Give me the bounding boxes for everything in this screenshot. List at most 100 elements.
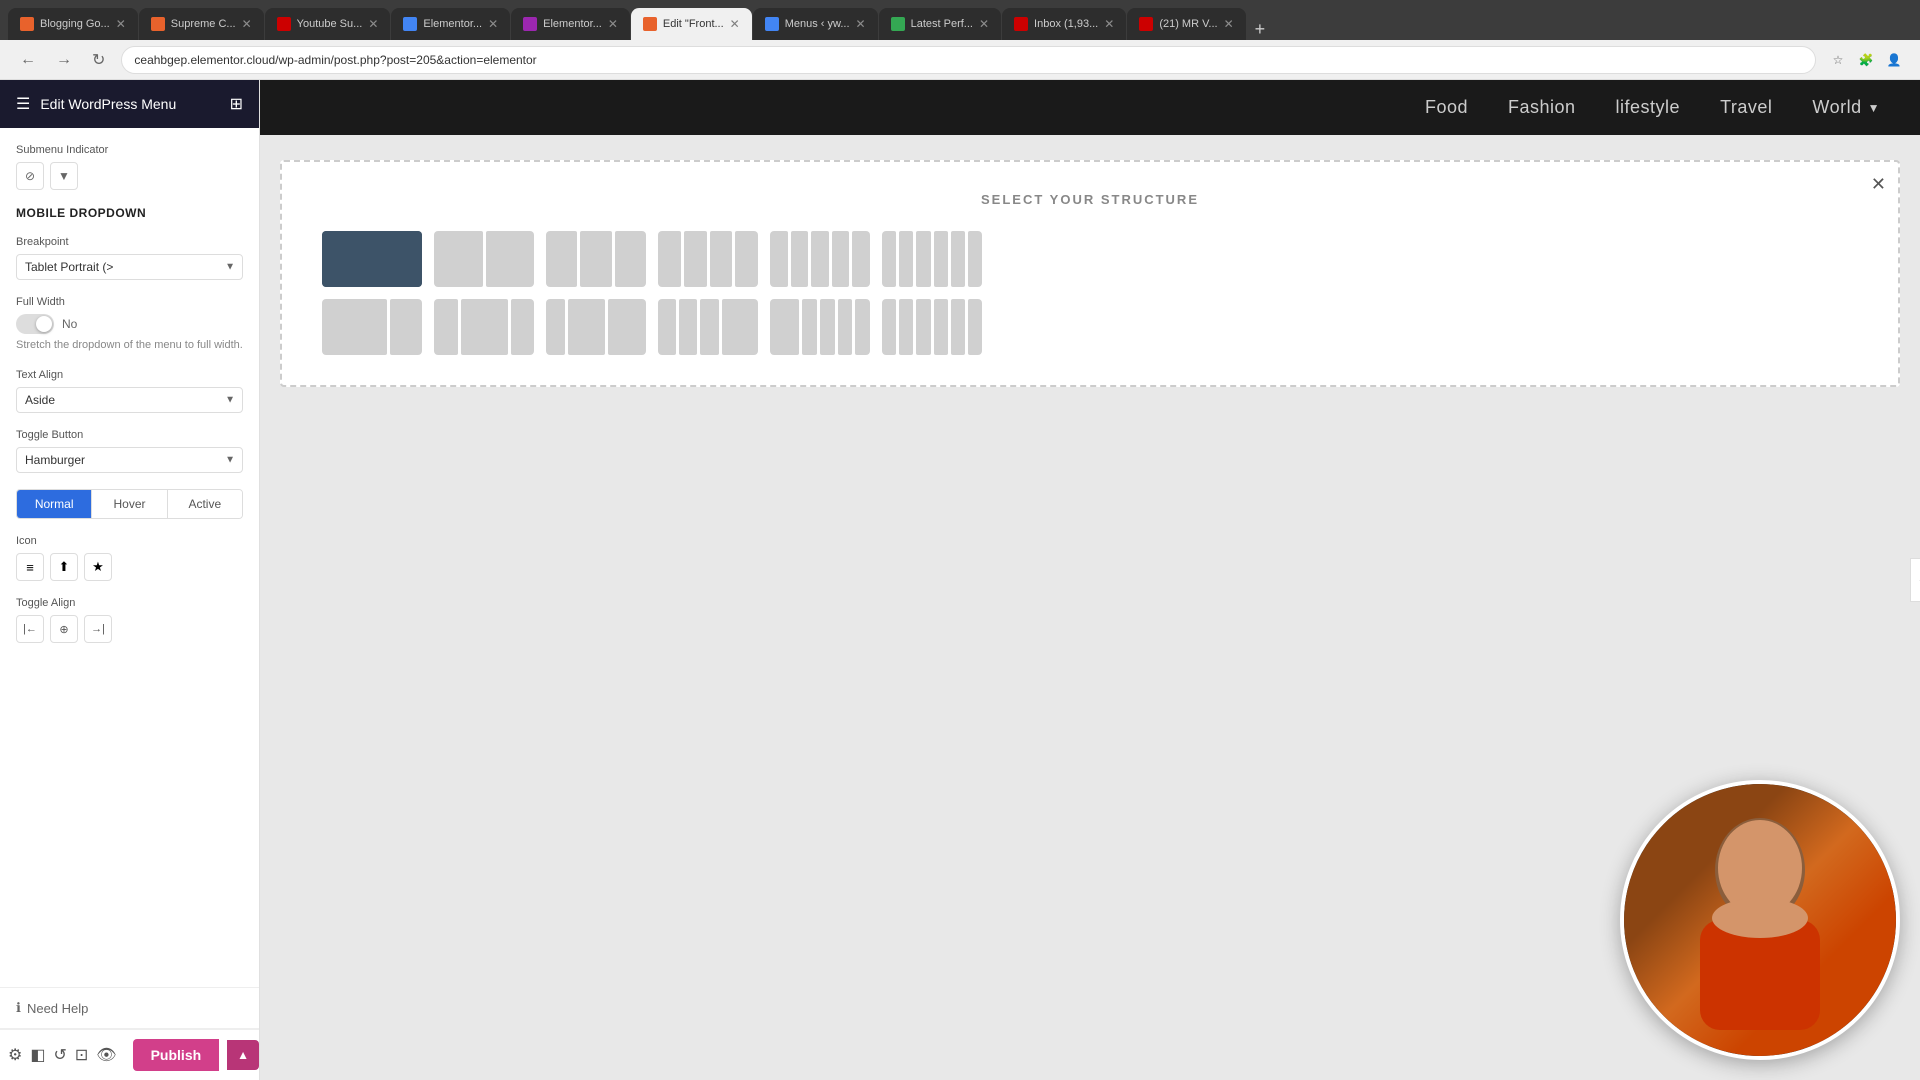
structure-3col[interactable]: [546, 231, 646, 287]
back-button[interactable]: ←: [16, 47, 40, 73]
tab-elementor2[interactable]: Elementor... ✕: [511, 8, 630, 40]
submenu-indicator-icon1[interactable]: ⊘: [16, 162, 44, 190]
nav-fashion[interactable]: Fashion: [1508, 97, 1576, 118]
preview-icon[interactable]: 👁: [96, 1039, 116, 1071]
tab-favicon-mr-v: [1139, 17, 1153, 31]
state-tab-normal[interactable]: Normal: [17, 490, 92, 518]
extension-icon[interactable]: 🧩: [1856, 50, 1876, 70]
structure-4col[interactable]: [658, 231, 758, 287]
toggle-button-group: Toggle Button Hamburger Arrow Dots ▼: [16, 429, 243, 473]
bookmark-icon[interactable]: ☆: [1828, 50, 1848, 70]
new-tab-button[interactable]: +: [1247, 19, 1274, 40]
tab-close-youtube[interactable]: ✕: [368, 17, 378, 31]
tab-blogging[interactable]: Blogging Go... ✕: [8, 8, 138, 40]
align-right-btn[interactable]: →|: [84, 615, 112, 643]
tab-title-supreme: Supreme C...: [171, 18, 236, 30]
structure-1col[interactable]: [322, 231, 422, 287]
nav-food[interactable]: Food: [1425, 97, 1468, 118]
structure-2col[interactable]: [434, 231, 534, 287]
tab-favicon-blogging: [20, 17, 34, 31]
profile-icon[interactable]: 👤: [1884, 50, 1904, 70]
toolbar-icons: ☆ 🧩 👤: [1828, 50, 1904, 70]
structure-5col[interactable]: [770, 231, 870, 287]
sidebar-title: Edit WordPress Menu: [40, 96, 219, 112]
icon-option-upload[interactable]: ⬆: [50, 553, 78, 581]
tab-close-menus[interactable]: ✕: [856, 17, 866, 31]
icon-label: Icon: [16, 535, 243, 547]
tab-mr-v[interactable]: (21) MR V... ✕: [1127, 8, 1245, 40]
tab-close-latest-perf[interactable]: ✕: [979, 17, 989, 31]
tab-favicon-elementor1: [403, 17, 417, 31]
full-width-toggle[interactable]: [16, 314, 54, 334]
sidebar: ☰ Edit WordPress Menu ⊞ Submenu Indicato…: [0, 80, 260, 1080]
tab-close-inbox[interactable]: ✕: [1104, 17, 1114, 31]
need-help-row[interactable]: ℹ Need Help: [0, 987, 259, 1028]
tab-close-elementor1[interactable]: ✕: [488, 17, 498, 31]
state-tab-hover[interactable]: Hover: [92, 490, 167, 518]
text-align-select[interactable]: Aside Left Center Right: [16, 387, 243, 413]
tab-close-supreme[interactable]: ✕: [242, 17, 252, 31]
state-tab-active[interactable]: Active: [168, 490, 242, 518]
text-align-label: Text Align: [16, 369, 243, 381]
tab-favicon-latest-perf: [891, 17, 905, 31]
tab-edit-front[interactable]: Edit "Front... ✕: [631, 8, 752, 40]
tab-supreme[interactable]: Supreme C... ✕: [139, 8, 264, 40]
publish-arrow-button[interactable]: ▲: [227, 1040, 259, 1070]
tab-latest-perf[interactable]: Latest Perf... ✕: [879, 8, 1001, 40]
align-center-btn[interactable]: ⊕: [50, 615, 78, 643]
nav-lifestyle[interactable]: lifestyle: [1616, 97, 1681, 118]
tab-youtube[interactable]: Youtube Su... ✕: [265, 8, 391, 40]
toggle-button-select[interactable]: Hamburger Arrow Dots: [16, 447, 243, 473]
tab-close-mr-v[interactable]: ✕: [1224, 17, 1234, 31]
breakpoint-label: Breakpoint: [16, 236, 243, 248]
settings-icon[interactable]: ⚙: [8, 1039, 22, 1071]
tab-close-blogging[interactable]: ✕: [116, 17, 126, 31]
url-text: ceahbgep.elementor.cloud/wp-admin/post.p…: [134, 53, 1803, 67]
sidebar-header: ☰ Edit WordPress Menu ⊞: [0, 80, 259, 128]
reload-button[interactable]: ↻: [88, 46, 109, 74]
submenu-indicator-group: Submenu Indicator ⊘ ▼: [16, 144, 243, 190]
structure-overlay: ✕ SELECT YOUR STRUCTURE: [280, 160, 1900, 387]
icon-option-star[interactable]: ★: [84, 553, 112, 581]
tab-favicon-youtube: [277, 17, 291, 31]
tab-close-elementor2[interactable]: ✕: [608, 17, 618, 31]
sidebar-menu-icon[interactable]: ☰: [16, 94, 30, 114]
sidebar-content: Submenu Indicator ⊘ ▼ Mobile Dropdown Br…: [0, 128, 259, 987]
tab-title-youtube: Youtube Su...: [297, 18, 363, 30]
overlay-close-button[interactable]: ✕: [1871, 174, 1886, 195]
tab-title-mr-v: (21) MR V...: [1159, 18, 1217, 30]
tab-close-edit-front[interactable]: ✕: [730, 17, 740, 31]
structure-6col[interactable]: [882, 231, 982, 287]
submenu-indicator-icon2[interactable]: ▼: [50, 162, 78, 190]
tab-favicon-elementor2: [523, 17, 537, 31]
breakpoint-select[interactable]: Tablet Portrait (> Mobile Portrait Mobil…: [16, 254, 243, 280]
tab-title-elementor2: Elementor...: [543, 18, 602, 30]
structure-1-2col[interactable]: [434, 299, 534, 355]
tab-elementor1[interactable]: Elementor... ✕: [391, 8, 510, 40]
structure-varied-5col[interactable]: [770, 299, 870, 355]
webcam-overlay: [1620, 780, 1900, 1060]
layers-icon[interactable]: ◧: [30, 1039, 45, 1071]
responsive-icon[interactable]: ⊡: [75, 1039, 88, 1071]
align-left-btn[interactable]: |←: [16, 615, 44, 643]
url-bar[interactable]: ceahbgep.elementor.cloud/wp-admin/post.p…: [121, 46, 1816, 74]
submenu-indicator-label: Submenu Indicator: [16, 144, 243, 156]
publish-button[interactable]: Publish: [133, 1039, 220, 1071]
nav-world[interactable]: World ▼: [1812, 97, 1880, 118]
structure-varied-4col[interactable]: [658, 299, 758, 355]
tab-favicon-edit-front: [643, 17, 657, 31]
align-options-row: |← ⊕ →|: [16, 615, 243, 643]
nav-travel[interactable]: Travel: [1720, 97, 1772, 118]
forward-button[interactable]: →: [52, 47, 76, 73]
tab-menus[interactable]: Menus ‹ yw... ✕: [753, 8, 878, 40]
mobile-dropdown-title: Mobile Dropdown: [16, 206, 243, 220]
sidebar-apps-icon[interactable]: ⊞: [230, 94, 243, 114]
structure-varied-3col[interactable]: [546, 299, 646, 355]
sidebar-toggle[interactable]: ‹: [1910, 558, 1920, 602]
history-icon[interactable]: ↺: [53, 1039, 66, 1071]
structure-2-1col[interactable]: [322, 299, 422, 355]
icon-option-lines[interactable]: ≡: [16, 553, 44, 581]
structure-varied-6col[interactable]: [882, 299, 982, 355]
tab-inbox[interactable]: Inbox (1,93... ✕: [1002, 8, 1126, 40]
full-width-label: Full Width: [16, 296, 243, 308]
